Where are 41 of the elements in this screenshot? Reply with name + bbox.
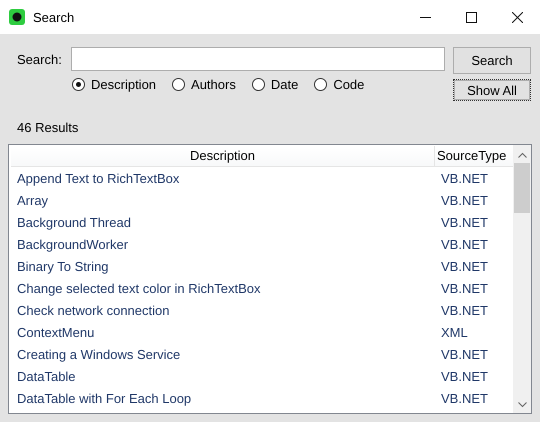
close-icon[interactable] [512, 12, 522, 22]
search-label: Search: [17, 52, 62, 66]
table-cell[interactable]: Append Text to RichTextBox [9, 170, 439, 186]
table-cell[interactable]: Check network connection [9, 302, 439, 318]
column-header[interactable]: SourceType [435, 146, 513, 166]
scroll-down-icon[interactable] [518, 402, 526, 408]
table-cell-text: VB.NET [440, 214, 489, 230]
filter-radio[interactable]: Authors [172, 77, 236, 92]
table-cell[interactable]: BackgroundWorker [9, 236, 439, 252]
column-header[interactable]: Description [11, 146, 435, 166]
table-cell-text: VB.NET [440, 390, 489, 406]
window-title: Search [33, 10, 74, 24]
table-cell-text: VB.NET [440, 302, 489, 318]
table-cell[interactable]: Change selected text color in RichTextBox [9, 280, 439, 296]
maximize-icon[interactable] [466, 12, 476, 22]
table-cell-text: VB.NET [440, 258, 489, 274]
table-cell[interactable]: Array [9, 192, 439, 208]
table-cell-text: VB.NET [440, 170, 489, 186]
result-count: 46 Results [16, 119, 80, 136]
table-cell[interactable]: DataTable [9, 368, 439, 384]
table-cell[interactable]: Background Thread [9, 214, 439, 230]
table-cell-text: VB.NET [440, 280, 489, 296]
app-icon [9, 9, 25, 25]
table-cell[interactable]: ContextMenu [9, 324, 439, 340]
search-field[interactable] [70, 47, 445, 71]
table-cell-text: XML [440, 324, 469, 340]
scroll-up-icon[interactable] [518, 152, 526, 158]
table-cell-text: VB.NET [440, 236, 489, 252]
filter-radio[interactable]: Description [72, 77, 156, 92]
scrollbar-thumb[interactable] [514, 163, 530, 213]
table-cell-text: VB.NET [440, 192, 489, 208]
table-cell[interactable]: DataTable with For Each Loop [9, 390, 439, 406]
table-cell-text: VB.NET [440, 346, 489, 362]
filter-radio[interactable]: Date [252, 77, 298, 92]
show-all-button[interactable]: Show All [453, 79, 531, 101]
table-cell[interactable]: Binary To String [9, 258, 439, 274]
search-button[interactable]: Search [453, 47, 531, 74]
table-cell[interactable]: Creating a Windows Service [9, 346, 439, 362]
filter-radio[interactable]: Code [314, 77, 364, 92]
table-cell-text: VB.NET [440, 368, 489, 384]
scrollbar[interactable] [513, 145, 531, 413]
